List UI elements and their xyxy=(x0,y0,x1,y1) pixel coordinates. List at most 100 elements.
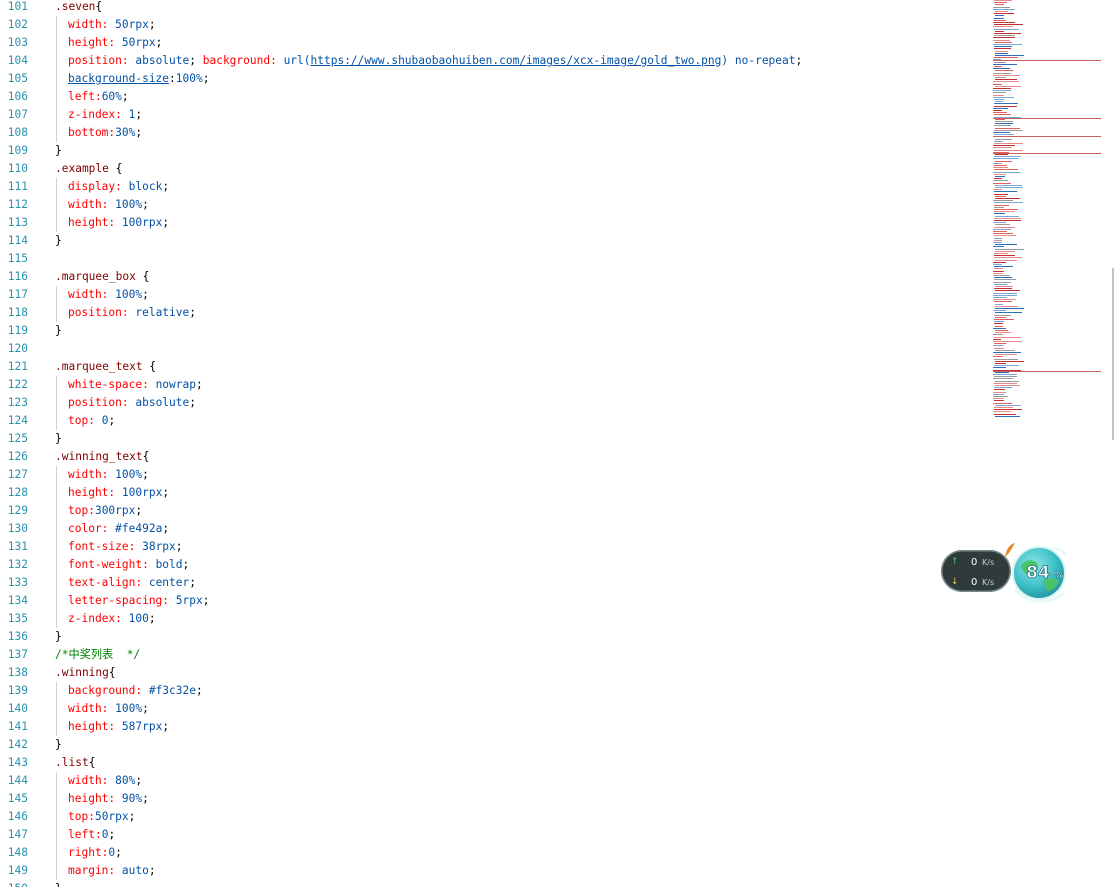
code-text: height: 100rpx; xyxy=(68,214,169,232)
minimap-line xyxy=(995,316,1006,318)
line-number: 148 xyxy=(7,846,28,859)
vertical-scrollbar[interactable] xyxy=(1102,0,1114,887)
minimap-line xyxy=(995,195,1006,197)
minimap-line xyxy=(995,415,1020,417)
code-token: ; xyxy=(162,720,170,733)
minimap-line xyxy=(994,382,1017,384)
code-text: top:50rpx; xyxy=(68,808,135,826)
minimap-line xyxy=(995,127,1020,129)
code-token: 100rpx xyxy=(115,216,163,229)
code-token: display: xyxy=(68,180,122,193)
minimap-line xyxy=(994,387,1012,389)
minimap-line xyxy=(993,182,1011,184)
minimap-line xyxy=(993,200,1013,202)
code-token: width: xyxy=(68,468,109,481)
line-number: 128 xyxy=(7,486,28,499)
code-token: 50rpx xyxy=(115,36,156,49)
indent-guide xyxy=(56,52,57,70)
minimap-line xyxy=(993,162,1002,164)
code-token: ; xyxy=(148,864,156,877)
code-editor[interactable]: 101 .seven{102 width: 50rpx; 103 height: 50r… xyxy=(0,0,990,887)
line-number: 131 xyxy=(7,540,28,553)
indent-guide xyxy=(56,16,57,34)
code-token: } xyxy=(55,144,62,157)
line-number: 113 xyxy=(7,216,28,229)
line-number: 140 xyxy=(7,702,28,715)
minimap-line xyxy=(995,154,1008,155)
code-text: font-size: 38rpx; xyxy=(68,538,183,556)
minimap-line xyxy=(993,398,1004,400)
minimap-line xyxy=(994,239,1002,241)
minimap-line xyxy=(994,323,1003,325)
code-token: 50rpx xyxy=(108,18,149,31)
code-token: 0 xyxy=(94,414,109,427)
minimap-line xyxy=(993,228,1011,230)
code-text: white-space: nowrap; xyxy=(68,376,203,394)
code-token: { xyxy=(95,0,103,13)
code-text: top:300rpx; xyxy=(68,502,142,520)
minimap-line xyxy=(994,283,1007,285)
minimap-line xyxy=(994,279,1016,281)
minimap-line xyxy=(993,242,1002,243)
memory-percent-value: 84 xyxy=(1026,563,1050,583)
minimap-line xyxy=(995,250,1015,252)
minimap-line xyxy=(994,24,1023,26)
code-text: height: 587rpx; xyxy=(68,718,169,736)
code-text: bottom:30%; xyxy=(68,124,142,142)
minimap-line xyxy=(995,215,1019,217)
code-token: 300rpx xyxy=(94,504,136,517)
line-number: 104 xyxy=(7,54,28,67)
code-link[interactable]: https://www.shubaobaohuiben.com/images/x… xyxy=(311,54,722,67)
code-token: 100% xyxy=(108,702,143,715)
minimap-line xyxy=(995,101,1003,103)
line-number: 130 xyxy=(7,522,28,535)
line-number: 125 xyxy=(7,432,28,445)
indent-guide xyxy=(56,394,57,412)
indent-guide xyxy=(56,772,57,790)
code-token: { xyxy=(108,162,123,175)
code-token: 100% xyxy=(108,468,143,481)
code-token: ; xyxy=(162,216,170,229)
upload-speed-value: 0 xyxy=(971,557,978,568)
indent-guide xyxy=(56,556,57,574)
code-token: 90% xyxy=(115,792,143,805)
minimap-line xyxy=(993,233,1013,235)
minimap-line xyxy=(995,30,1004,32)
minimap-line xyxy=(995,77,1006,78)
line-number: 112 xyxy=(7,198,28,211)
code-text: width: 50rpx; xyxy=(68,16,156,34)
minimap-line xyxy=(995,224,1010,226)
globe-meter-icon[interactable]: 84 % xyxy=(1001,535,1075,605)
code-token: center xyxy=(142,576,190,589)
minimap-line xyxy=(994,358,1018,360)
minimap-line xyxy=(993,374,1017,375)
code-token: ; xyxy=(142,468,149,481)
minimap-line xyxy=(994,156,1021,158)
code-token: white-space: xyxy=(68,378,149,391)
line-number: 133 xyxy=(7,576,28,589)
code-token: top: xyxy=(68,504,95,517)
minimap-line xyxy=(993,26,1013,28)
minimap-line xyxy=(993,153,1101,154)
minimap-line xyxy=(993,147,1012,149)
minimap-line xyxy=(993,338,1001,340)
code-token: text-align: xyxy=(68,576,143,589)
minimap-line xyxy=(993,118,1101,119)
code-token: ; xyxy=(189,576,196,589)
code-text: width: 100%; xyxy=(68,466,149,484)
arrow-down-icon: ↓ xyxy=(951,577,959,587)
code-token: } xyxy=(55,738,62,751)
network-speed-widget[interactable]: ↑ 0 K/s ↓ 0 K/s 84 % xyxy=(941,535,1075,605)
minimap-line xyxy=(993,222,1006,224)
line-number: 114 xyxy=(7,234,28,247)
line-number: 145 xyxy=(7,792,28,805)
code-text: z-index: 1; xyxy=(68,106,142,124)
minimap-line xyxy=(993,158,1019,160)
indent-guide xyxy=(56,862,57,880)
code-token: #f3c32e xyxy=(142,684,196,697)
code-link[interactable]: background-size xyxy=(68,72,169,85)
code-text: height: 100rpx; xyxy=(68,484,169,502)
code-token: .seven xyxy=(55,0,96,13)
code-token: 100 xyxy=(121,612,149,625)
code-minimap[interactable] xyxy=(990,0,1102,420)
